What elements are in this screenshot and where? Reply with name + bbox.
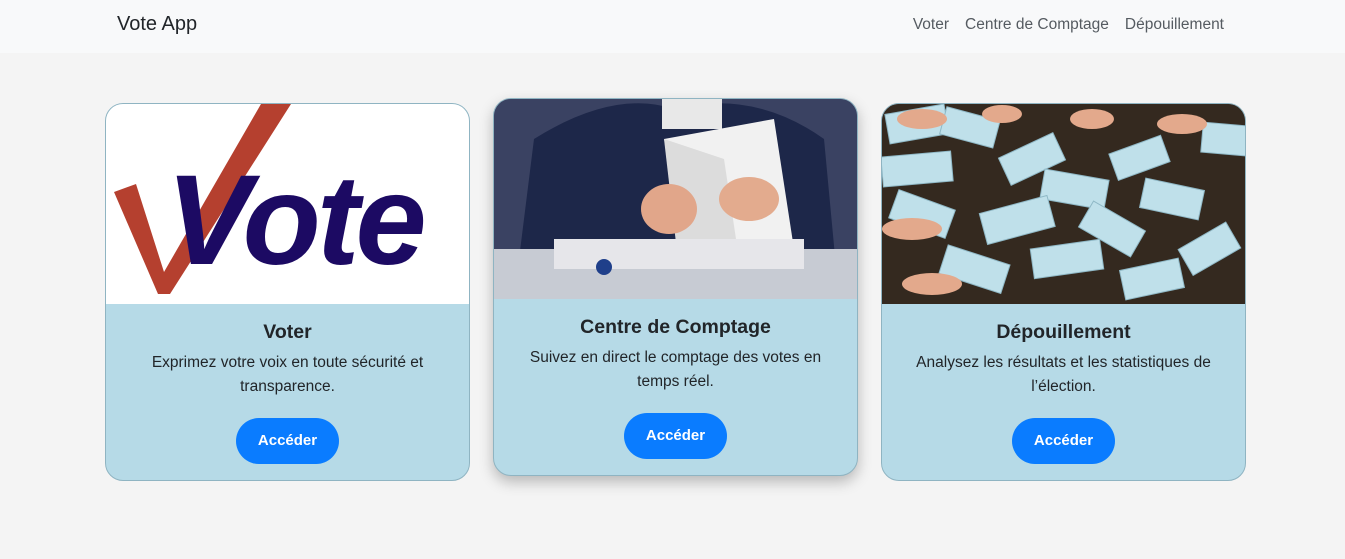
card-text: Analysez les résultats et les statistiqu… (916, 354, 1211, 395)
acceder-button[interactable]: Accéder (623, 413, 728, 459)
nav-link-voter[interactable]: Voter (913, 16, 949, 34)
card-title: Voter (263, 321, 312, 343)
nav-link-depouillement[interactable]: Dépouillement (1125, 16, 1224, 34)
card-text: Exprimez votre voix en toute sécurité et… (151, 354, 424, 395)
nav-link-centre-de-comptage[interactable]: Centre de Comptage (965, 16, 1109, 34)
card-title: Dépouillement (996, 321, 1131, 343)
card-depouillement: Dépouillement Analysez les résultats et … (881, 103, 1246, 481)
vote-logo-text: Vote (166, 149, 423, 292)
card-title: Centre de Comptage (580, 316, 771, 338)
card-voter: Vote Voter Exprimez votre voix en toute … (105, 103, 470, 481)
brand-link[interactable]: Vote App (117, 13, 197, 36)
nav-links: Voter Centre de Comptage Dépouillement (913, 16, 1224, 34)
acceder-button[interactable]: Accéder (1011, 418, 1116, 464)
card-text: Suivez en direct le comptage des votes e… (529, 349, 822, 390)
card-centre-de-comptage: Centre de Comptage Suivez en direct le c… (493, 98, 858, 476)
envelopes-photo (882, 104, 1245, 304)
counting-photo (494, 99, 857, 299)
navbar: Vote App Voter Centre de Comptage Dépoui… (0, 0, 1345, 53)
vote-logo-image: Vote (106, 104, 469, 304)
acceder-button[interactable]: Accéder (235, 418, 340, 464)
